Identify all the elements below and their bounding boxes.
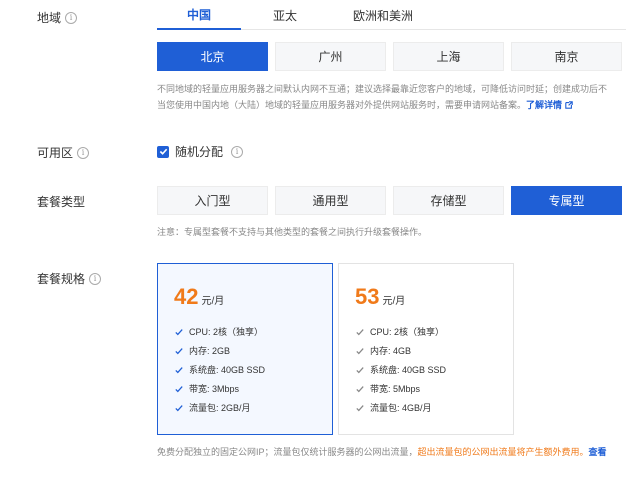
- price-amount: 53: [355, 284, 380, 309]
- feature-text: 内存: 2GB: [189, 346, 231, 356]
- feature-text: 系统盘: 40GB SSD: [370, 365, 447, 375]
- feature-text: 流量包: 4GB/月: [370, 403, 432, 413]
- external-link-icon[interactable]: [564, 101, 573, 109]
- feature-cpu: CPU: 2核（独享）: [356, 322, 446, 341]
- feature-list: CPU: 2核（独享） 内存: 4GB 系统盘: 40GB SSD 带宽: 5M…: [356, 322, 446, 417]
- card-price: 53 元/月: [355, 284, 405, 310]
- feature-text: CPU: 2核（独享）: [370, 327, 445, 337]
- random-zone-checkbox[interactable]: 随机分配 i: [157, 143, 244, 160]
- feature-text: 流量包: 2GB/月: [189, 403, 251, 413]
- spec-card-42[interactable]: 42 元/月 CPU: 2核（独享） 内存: 2GB 系统盘: 40GB SSD…: [157, 263, 333, 435]
- plan-type-entry[interactable]: 入门型: [157, 186, 268, 215]
- feature-disk: 系统盘: 40GB SSD: [356, 360, 446, 379]
- region-tabs: 中国 亚太 欧洲和美洲: [157, 0, 626, 30]
- plan-type-dedicated[interactable]: 专属型: [511, 186, 622, 215]
- region-note-2-text: 当您使用中国内地（大陆）地域的轻量应用服务器对外提供网站服务时，需要申请网站备案…: [157, 100, 527, 110]
- feature-traffic: 流量包: 4GB/月: [356, 398, 446, 417]
- plan-type-note: 注意：专属型套餐不支持与其他类型的套餐之间执行升级套餐操作。: [157, 227, 428, 237]
- spec-footer-text: 免费分配独立的固定公网IP；流量包仅统计服务器的公网出流量，: [157, 447, 418, 457]
- check-icon: [175, 366, 183, 373]
- plan-type-label: 套餐类型: [37, 195, 86, 209]
- tab-china[interactable]: 中国: [157, 0, 241, 30]
- feature-text: 系统盘: 40GB SSD: [189, 365, 266, 375]
- plan-type-general[interactable]: 通用型: [275, 186, 386, 215]
- feature-text: CPU: 2核（独享）: [189, 327, 264, 337]
- spec-label-text: 套餐规格: [37, 272, 86, 286]
- feature-memory: 内存: 4GB: [356, 341, 446, 360]
- feature-list: CPU: 2核（独享） 内存: 2GB 系统盘: 40GB SSD 带宽: 3M…: [175, 322, 265, 417]
- view-link[interactable]: 查看: [589, 447, 607, 457]
- spec-card-53[interactable]: 53 元/月 CPU: 2核（独享） 内存: 4GB 系统盘: 40GB SSD…: [338, 263, 514, 435]
- spec-label: 套餐规格 i: [37, 270, 102, 287]
- feature-text: 带宽: 3Mbps: [189, 384, 240, 394]
- city-button-guangzhou[interactable]: 广州: [275, 42, 386, 71]
- region-note-2: 当您使用中国内地（大陆）地域的轻量应用服务器对外提供网站服务时，需要申请网站备案…: [157, 98, 573, 111]
- city-button-shanghai[interactable]: 上海: [393, 42, 504, 71]
- check-icon: [175, 385, 183, 392]
- feature-text: 带宽: 5Mbps: [370, 384, 421, 394]
- price-unit: 元/月: [382, 296, 406, 307]
- region-label: 地域 i: [37, 9, 78, 26]
- check-icon: [175, 347, 183, 354]
- region-label-text: 地域: [37, 11, 62, 25]
- tab-europe-americas[interactable]: 欧洲和美洲: [329, 0, 437, 30]
- random-zone-label: 随机分配: [175, 145, 224, 159]
- feature-bandwidth: 带宽: 3Mbps: [175, 379, 265, 398]
- spec-footer-warning: 超出流量包的公网出流量将产生额外费用。: [417, 447, 589, 457]
- zone-label-text: 可用区: [37, 146, 74, 160]
- feature-bandwidth: 带宽: 5Mbps: [356, 379, 446, 398]
- feature-cpu: CPU: 2核（独享）: [175, 322, 265, 341]
- feature-text: 内存: 4GB: [370, 346, 412, 356]
- region-note-1: 不同地域的轻量应用服务器之间默认内网不互通；建议选择最靠近您客户的地域，可降低访…: [157, 84, 608, 94]
- city-button-nanjing[interactable]: 南京: [511, 42, 622, 71]
- check-icon: [356, 347, 364, 354]
- price-amount: 42: [174, 284, 199, 309]
- zone-label: 可用区 i: [37, 144, 90, 161]
- info-circle-icon[interactable]: i: [77, 146, 90, 159]
- info-circle-icon[interactable]: i: [89, 272, 102, 285]
- learn-more-link[interactable]: 了解详情: [526, 100, 562, 110]
- price-unit: 元/月: [201, 296, 225, 307]
- card-price: 42 元/月: [174, 284, 224, 310]
- feature-disk: 系统盘: 40GB SSD: [175, 360, 265, 379]
- check-icon: [175, 328, 183, 335]
- checkbox-checked-icon[interactable]: [157, 145, 169, 158]
- tab-asia-pacific[interactable]: 亚太: [241, 0, 329, 30]
- check-icon: [356, 404, 364, 411]
- city-button-beijing[interactable]: 北京: [157, 42, 268, 71]
- check-icon: [356, 366, 364, 373]
- plan-type-storage[interactable]: 存储型: [393, 186, 504, 215]
- info-circle-icon[interactable]: i: [231, 145, 244, 158]
- feature-memory: 内存: 2GB: [175, 341, 265, 360]
- feature-traffic: 流量包: 2GB/月: [175, 398, 265, 417]
- check-icon: [356, 385, 364, 392]
- check-icon: [175, 404, 183, 411]
- check-icon: [356, 328, 364, 335]
- spec-footer-note: 免费分配独立的固定公网IP；流量包仅统计服务器的公网出流量，超出流量包的公网出流…: [157, 445, 626, 458]
- info-circle-icon[interactable]: i: [65, 11, 78, 24]
